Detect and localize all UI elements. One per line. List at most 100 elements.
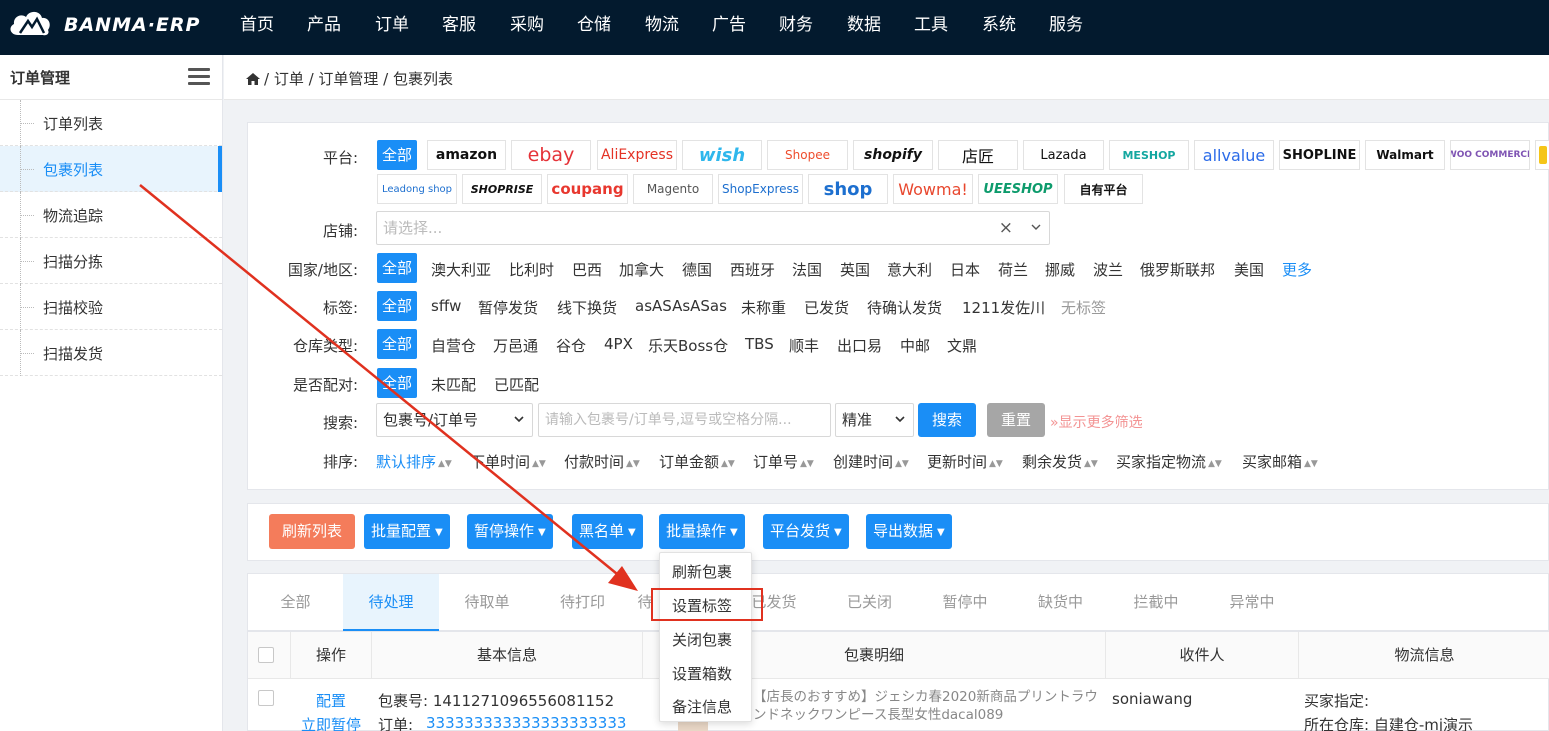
warehouse-option[interactable]: 乐天Boss仓 bbox=[648, 335, 728, 356]
platform-lazada[interactable]: Lazada bbox=[1023, 140, 1104, 170]
menu-item-set-box-count[interactable]: 设置箱数 bbox=[672, 663, 732, 684]
sidebar-item-tracking[interactable]: 物流追踪 bbox=[0, 192, 222, 238]
country-option[interactable]: 西班牙 bbox=[730, 259, 775, 280]
nav-item-services[interactable]: 服务 bbox=[1049, 10, 1083, 35]
country-option[interactable]: 澳大利亚 bbox=[431, 259, 491, 280]
tag-all-button[interactable]: 全部 bbox=[377, 291, 418, 321]
country-option[interactable]: 比利时 bbox=[509, 259, 554, 280]
batch-actions-button[interactable]: 批量操作 ▼ bbox=[659, 514, 745, 549]
platform-more-logo[interactable] bbox=[1535, 140, 1549, 170]
home-icon[interactable] bbox=[246, 73, 260, 85]
nav-item-logistics[interactable]: 物流 bbox=[645, 10, 679, 35]
match-all-button[interactable]: 全部 bbox=[377, 368, 418, 398]
tag-option[interactable]: 未称重 bbox=[741, 297, 786, 318]
country-option[interactable]: 法国 bbox=[792, 259, 822, 280]
platform-ship-button[interactable]: 平台发货 ▼ bbox=[763, 514, 849, 549]
warehouse-option[interactable]: 4PX bbox=[604, 335, 633, 353]
platform-meshop[interactable]: MESHOP bbox=[1109, 140, 1189, 170]
select-all-checkbox[interactable] bbox=[258, 647, 274, 663]
refresh-list-button[interactable]: 刷新列表 bbox=[269, 514, 356, 549]
platform-all-button[interactable]: 全部 bbox=[377, 140, 418, 170]
nav-item-service[interactable]: 客服 bbox=[442, 10, 476, 35]
platform-ueeshop[interactable]: UEESHOP bbox=[978, 174, 1058, 204]
chevron-down-icon[interactable] bbox=[1031, 222, 1041, 232]
country-option[interactable]: 加拿大 bbox=[619, 259, 664, 280]
nav-item-system[interactable]: 系统 bbox=[982, 10, 1016, 35]
country-all-button[interactable]: 全部 bbox=[377, 253, 418, 283]
clear-icon[interactable]: × bbox=[999, 212, 1013, 244]
warehouse-option[interactable]: 自营仓 bbox=[431, 335, 476, 356]
platform-ebay[interactable]: ebay bbox=[511, 140, 591, 170]
brand-logo[interactable]: BANMA·ERP bbox=[6, 5, 206, 45]
export-data-button[interactable]: 导出数据 ▼ bbox=[866, 514, 952, 549]
platform-shoprise[interactable]: SHOPRISE bbox=[462, 174, 542, 204]
platform-amazon[interactable]: amazon bbox=[427, 140, 506, 170]
search-field-select[interactable]: 包裹号/订单号 bbox=[376, 403, 533, 437]
menu-item-close-package[interactable]: 关闭包裹 bbox=[672, 629, 732, 650]
platform-shopee[interactable]: Shopee bbox=[767, 140, 848, 170]
warehouse-option[interactable]: 万邑通 bbox=[493, 335, 538, 356]
platform-dianjiang[interactable]: 店匠 bbox=[938, 140, 1018, 170]
platform-self-hosted[interactable]: 自有平台 bbox=[1064, 174, 1143, 204]
platform-aliexpress[interactable]: AliExpress bbox=[597, 140, 677, 170]
breadcrumb-text[interactable]: / 订单 / 订单管理 / 包裹列表 bbox=[264, 70, 453, 88]
sort-option[interactable]: 剩余发货 ▲▼ bbox=[1022, 451, 1098, 472]
country-option[interactable]: 日本 bbox=[950, 259, 980, 280]
platform-wish[interactable]: wish bbox=[682, 140, 762, 170]
platform-allvalue[interactable]: allvalue bbox=[1194, 140, 1274, 170]
nav-item-home[interactable]: 首页 bbox=[240, 10, 274, 35]
sort-option[interactable]: 订单号 ▲▼ bbox=[753, 451, 814, 472]
sidebar-item-scan-sort[interactable]: 扫描分拣 bbox=[0, 238, 222, 284]
country-option[interactable]: 德国 bbox=[682, 259, 712, 280]
platform-woocommerce[interactable]: WOO COMMERCE bbox=[1450, 140, 1530, 170]
country-option[interactable]: 美国 bbox=[1234, 259, 1264, 280]
country-option[interactable]: 荷兰 bbox=[998, 259, 1028, 280]
menu-item-refresh-package[interactable]: 刷新包裹 bbox=[672, 561, 732, 582]
sort-option[interactable]: 创建时间 ▲▼ bbox=[833, 451, 909, 472]
platform-leadongshop[interactable]: Leadong shop bbox=[377, 174, 457, 204]
match-option[interactable]: 未匹配 bbox=[431, 374, 476, 395]
platform-shopify[interactable]: shopify bbox=[853, 140, 933, 170]
platform-coupang[interactable]: coupang bbox=[547, 174, 628, 204]
search-button[interactable]: 搜索 bbox=[918, 403, 976, 437]
platform-shopline[interactable]: SHOPLINE bbox=[1279, 140, 1360, 170]
order-number-link[interactable]: 333333333333333333333 bbox=[426, 714, 626, 731]
country-option[interactable]: 俄罗斯联邦 bbox=[1140, 259, 1215, 280]
tag-option[interactable]: 线下换货 bbox=[557, 297, 617, 318]
platform-walmart[interactable]: Walmart bbox=[1365, 140, 1445, 170]
platform-wowma[interactable]: Wowma! bbox=[893, 174, 973, 204]
pause-now-link[interactable]: 立即暂停 bbox=[301, 714, 361, 731]
nav-item-finance[interactable]: 财务 bbox=[779, 10, 813, 35]
tab-paused[interactable]: 暂停中 bbox=[917, 574, 1013, 631]
nav-item-tools[interactable]: 工具 bbox=[914, 10, 948, 35]
platform-shopexpress[interactable]: ShopExpress bbox=[718, 174, 803, 204]
warehouse-all-button[interactable]: 全部 bbox=[377, 329, 418, 359]
sort-option[interactable]: 默认排序 ▲▼ bbox=[376, 451, 452, 472]
batch-config-button[interactable]: 批量配置 ▼ bbox=[364, 514, 450, 549]
show-more-filters-link[interactable]: »显示更多筛选 bbox=[1050, 412, 1143, 432]
warehouse-option[interactable]: 中邮 bbox=[900, 335, 930, 356]
tag-option[interactable]: asASAsASas bbox=[635, 297, 727, 315]
tag-option-none[interactable]: 无标签 bbox=[1061, 297, 1106, 318]
tab-pending[interactable]: 待处理 bbox=[343, 574, 439, 631]
country-more-link[interactable]: 更多 bbox=[1282, 259, 1312, 280]
sort-option[interactable]: 更新时间 ▲▼ bbox=[927, 451, 1003, 472]
match-option[interactable]: 已匹配 bbox=[494, 374, 539, 395]
menu-item-remark[interactable]: 备注信息 bbox=[672, 696, 732, 717]
tag-option[interactable]: 待确认发货 bbox=[867, 297, 942, 318]
tab-awaiting-label[interactable]: 待取单 bbox=[439, 574, 535, 631]
tab-all[interactable]: 全部 bbox=[248, 574, 343, 631]
country-option[interactable]: 意大利 bbox=[887, 259, 932, 280]
country-option[interactable]: 英国 bbox=[840, 259, 870, 280]
search-input[interactable]: 请输入包裹号/订单号,逗号或空格分隔... bbox=[538, 403, 831, 437]
tab-awaiting-print[interactable]: 待打印 bbox=[535, 574, 630, 631]
warehouse-option[interactable]: 谷仓 bbox=[556, 335, 586, 356]
configure-link[interactable]: 配置 bbox=[316, 690, 346, 711]
country-option[interactable]: 巴西 bbox=[572, 259, 602, 280]
nav-item-data[interactable]: 数据 bbox=[847, 10, 881, 35]
warehouse-option[interactable]: 文鼎 bbox=[947, 335, 977, 356]
warehouse-option[interactable]: 出口易 bbox=[837, 335, 882, 356]
sort-option[interactable]: 付款时间 ▲▼ bbox=[564, 451, 640, 472]
nav-item-warehouse[interactable]: 仓储 bbox=[577, 10, 611, 35]
tab-out-of-stock[interactable]: 缺货中 bbox=[1013, 574, 1108, 631]
